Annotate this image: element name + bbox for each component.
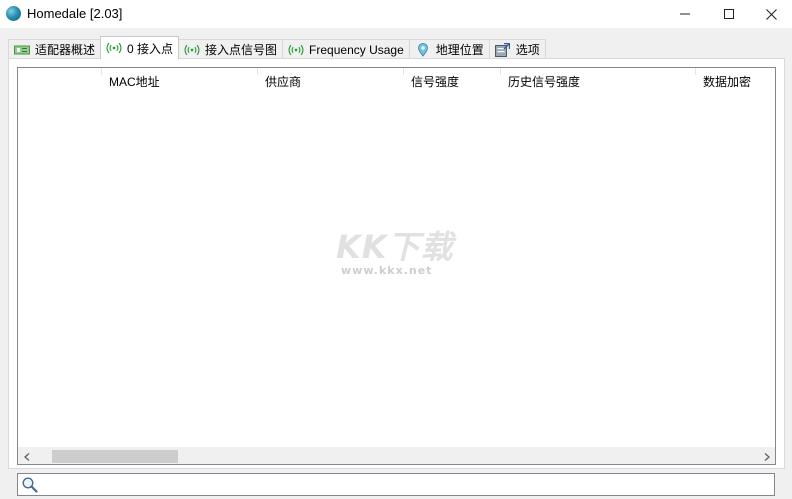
adapter-icon bbox=[13, 43, 31, 57]
tab-label: 选项 bbox=[515, 43, 540, 57]
column-encryption[interactable]: 数据加密 bbox=[696, 68, 775, 89]
options-icon bbox=[494, 42, 512, 57]
minimize-icon bbox=[680, 13, 690, 15]
tab-frequency-usage[interactable]: Frequency Usage bbox=[282, 39, 410, 59]
globe-icon bbox=[6, 6, 21, 21]
column-vendor[interactable]: 供应商 bbox=[258, 68, 404, 89]
column-header-label: 数据加密 bbox=[703, 75, 752, 89]
tab-options[interactable]: 选项 bbox=[488, 39, 546, 59]
wifi-signal-icon bbox=[183, 43, 201, 57]
scroll-right-button[interactable] bbox=[758, 448, 775, 464]
column-header-label: MAC地址 bbox=[109, 75, 160, 89]
tab-access-points[interactable]: 0 接入点 bbox=[100, 36, 180, 59]
list-header: MAC地址 供应商 信号强度 历史信号强度 数据加密 bbox=[18, 68, 775, 92]
column-mac-address[interactable]: MAC地址 bbox=[102, 68, 258, 89]
tab-adapter-overview[interactable]: 适配器概述 bbox=[8, 39, 102, 59]
access-point-list[interactable]: MAC地址 供应商 信号强度 历史信号强度 数据加密 bbox=[17, 67, 776, 465]
minimize-button[interactable] bbox=[662, 0, 708, 28]
chevron-right-icon bbox=[764, 452, 770, 461]
location-pin-icon bbox=[414, 42, 432, 57]
tab-signal-graph[interactable]: 接入点信号图 bbox=[178, 39, 284, 59]
column-index[interactable] bbox=[18, 68, 102, 75]
tab-label: 适配器概述 bbox=[35, 43, 96, 57]
title-bar: Homedale [2.03] bbox=[0, 0, 792, 28]
column-signal-history[interactable]: 历史信号强度 bbox=[501, 68, 696, 89]
search-input[interactable] bbox=[42, 475, 770, 494]
tab-strip: 适配器概述 0 接入点 接入点信号图 Frequency Usage 地理位置 … bbox=[8, 36, 546, 59]
column-header-label: 供应商 bbox=[265, 75, 302, 89]
scroll-left-button[interactable] bbox=[18, 448, 35, 464]
tab-label: 0 接入点 bbox=[127, 41, 174, 56]
column-header-label: 历史信号强度 bbox=[508, 75, 581, 89]
tab-label: 接入点信号图 bbox=[205, 43, 278, 57]
column-header-label: 信号强度 bbox=[411, 75, 460, 89]
close-icon bbox=[765, 8, 777, 20]
wifi-signal-icon bbox=[287, 43, 305, 57]
scrollbar-thumb[interactable] bbox=[52, 450, 178, 463]
search-icon bbox=[21, 476, 39, 494]
window-title: Homedale [2.03] bbox=[27, 6, 123, 21]
wifi-signal-icon bbox=[105, 41, 123, 55]
search-bar bbox=[17, 473, 775, 496]
tab-label: Frequency Usage bbox=[309, 42, 404, 57]
column-signal-strength[interactable]: 信号强度 bbox=[404, 68, 501, 89]
maximize-button[interactable] bbox=[706, 0, 752, 28]
maximize-icon bbox=[724, 9, 734, 19]
chevron-left-icon bbox=[23, 452, 29, 461]
horizontal-scrollbar[interactable] bbox=[18, 447, 775, 464]
tab-label: 地理位置 bbox=[435, 43, 484, 57]
close-button[interactable] bbox=[748, 0, 792, 28]
tab-geolocation[interactable]: 地理位置 bbox=[408, 39, 490, 59]
